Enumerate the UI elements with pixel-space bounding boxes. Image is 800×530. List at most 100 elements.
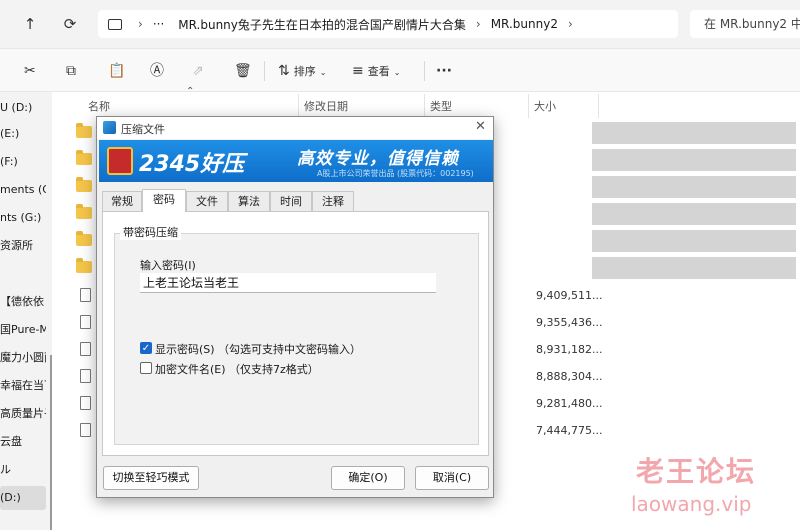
sidebar-item[interactable]: U (D:): [0, 98, 46, 118]
folder-icon[interactable]: [76, 177, 92, 192]
chevron-right-icon: ›: [475, 17, 481, 31]
column-divider[interactable]: [298, 94, 299, 118]
tab-password[interactable]: 密码: [142, 189, 186, 212]
delete-icon[interactable]: 🗑: [234, 61, 252, 81]
brand-banner: 2345好压 高效专业，值得信赖 A股上市公司荣誉出品 (股票代码：002195…: [99, 140, 493, 182]
file-icon[interactable]: [80, 315, 91, 329]
file-icon[interactable]: [80, 369, 91, 383]
table-row[interactable]: [592, 257, 796, 279]
file-size: 9,409,511...: [536, 289, 603, 302]
column-header-date[interactable]: 修改日期: [304, 98, 348, 114]
tab-comment[interactable]: 注释: [312, 191, 354, 211]
group-label: 带密码压缩: [120, 224, 181, 240]
chevron-down-icon: ⌄: [393, 68, 401, 77]
folder-icon[interactable]: [76, 123, 92, 138]
column-divider[interactable]: [424, 94, 425, 118]
file-icon[interactable]: [80, 423, 91, 437]
column-header-type[interactable]: 类型: [430, 98, 452, 114]
sidebar-item[interactable]: nts (G:): [0, 208, 46, 228]
show-password-label[interactable]: 显示密码(S) （勾选可支持中文密码输入）: [155, 341, 361, 357]
dialog-title: 压缩文件: [121, 123, 165, 136]
chevron-right-icon: ›: [138, 17, 143, 31]
column-divider[interactable]: [528, 94, 529, 118]
monitor-icon: [108, 18, 122, 30]
file-icon[interactable]: [80, 396, 91, 410]
table-row[interactable]: [592, 230, 796, 252]
folder-icon[interactable]: [76, 204, 92, 219]
tab-time[interactable]: 时间: [270, 191, 312, 211]
folder-icon[interactable]: [76, 258, 92, 273]
chevron-down-icon: ⌄: [319, 68, 327, 77]
encrypt-names-label[interactable]: 加密文件名(E) （仅支持7z格式）: [155, 361, 319, 377]
view-icon: ≡: [352, 63, 364, 79]
app-icon: [103, 121, 116, 134]
chevron-right-icon: ›: [567, 17, 573, 31]
watermark-title: 老王论坛: [636, 455, 757, 488]
password-label: 输入密码(I): [140, 259, 196, 272]
tab-files[interactable]: 文件: [186, 191, 228, 211]
command-toolbar: ✂ ⧉ 📋 Ⓐ ⇗ 🗑 ⇅ 排序 ⌄ ≡ 查看 ⌄ ···: [0, 48, 800, 92]
table-row[interactable]: [592, 203, 796, 225]
sidebar-item[interactable]: 云盘: [0, 432, 46, 452]
folder-icon[interactable]: [76, 231, 92, 246]
sidebar-item[interactable]: 高质量片子: [0, 404, 46, 424]
view-button[interactable]: ≡ 查看 ⌄: [352, 61, 400, 81]
sidebar-item-selected[interactable]: (D:): [0, 486, 46, 510]
sidebar-item[interactable]: 资源所: [0, 236, 46, 256]
cancel-button[interactable]: 取消(C): [415, 466, 489, 490]
rename-icon[interactable]: Ⓐ: [150, 61, 164, 81]
watermark-url: laowang.vip: [631, 492, 752, 516]
search-input[interactable]: 在 MR.bunny2 中搜: [690, 10, 800, 38]
sort-icon: ⇅: [278, 63, 290, 79]
column-header-size[interactable]: 大小: [534, 98, 556, 114]
arrow-up-icon[interactable]: ↑: [20, 14, 40, 34]
breadcrumb[interactable]: › ··· MR.bunny兔子先生在日本拍的混合国产剧情片大合集 › MR.b…: [98, 10, 678, 38]
tab-algorithm[interactable]: 算法: [228, 191, 270, 211]
breadcrumb-item-parent[interactable]: MR.bunny兔子先生在日本拍的混合国产剧情片大合集: [178, 16, 466, 33]
navigation-pane: U (D:) (E:) (F:) ments (G:) nts (G:) 资源所…: [0, 92, 50, 530]
sort-button[interactable]: ⇅ 排序 ⌄: [278, 61, 326, 81]
table-row[interactable]: [592, 122, 796, 144]
file-icon[interactable]: [80, 288, 91, 302]
sidebar-item[interactable]: (F:): [0, 152, 46, 172]
sort-indicator-icon: ⌃: [186, 86, 195, 97]
ok-button[interactable]: 确定(O): [331, 466, 405, 490]
file-size: 8,888,304...: [536, 370, 603, 383]
sidebar-item[interactable]: 国Pure-M: [0, 320, 46, 340]
sidebar-item[interactable]: 幸福在当下: [0, 376, 46, 396]
share-icon[interactable]: ⇗: [192, 61, 204, 81]
sidebar-item[interactable]: (E:): [0, 124, 46, 144]
breadcrumb-item-current[interactable]: MR.bunny2: [491, 17, 558, 31]
more-options-button[interactable]: ···: [436, 61, 452, 81]
sidebar-item[interactable]: 【德依依: [0, 292, 46, 312]
password-input[interactable]: [140, 273, 436, 293]
sidebar-item[interactable]: 魔力小圆面: [0, 348, 46, 368]
table-row[interactable]: [592, 176, 796, 198]
simple-mode-button[interactable]: 切换至轻巧模式: [103, 466, 199, 490]
show-password-checkbox[interactable]: ✓: [140, 342, 152, 354]
tab-general[interactable]: 常规: [102, 191, 142, 211]
cut-icon[interactable]: ✂: [24, 61, 36, 81]
sidebar-item[interactable]: ル: [0, 460, 46, 480]
close-icon[interactable]: ✕: [475, 119, 486, 134]
toolbar-divider: [264, 61, 265, 81]
column-divider[interactable]: [598, 94, 599, 118]
address-bar: ↑ ⟳ › ··· MR.bunny兔子先生在日本拍的混合国产剧情片大合集 › …: [0, 0, 800, 48]
column-header-name[interactable]: 名称: [88, 98, 110, 114]
refresh-icon[interactable]: ⟳: [60, 14, 80, 34]
copy-icon[interactable]: ⧉: [66, 61, 76, 81]
brand-slogan: 高效专业，值得信赖: [297, 149, 459, 169]
file-size: 9,281,480...: [536, 397, 603, 410]
file-size: 8,931,182...: [536, 343, 603, 356]
password-tab-panel: 带密码压缩 输入密码(I) ✓ 显示密码(S) （勾选可支持中文密码输入） 加密…: [102, 211, 489, 456]
file-size: 9,355,436...: [536, 316, 603, 329]
paste-icon[interactable]: 📋: [108, 61, 125, 81]
breadcrumb-ellipsis[interactable]: ···: [153, 17, 164, 31]
file-icon[interactable]: [80, 342, 91, 356]
encrypt-names-checkbox[interactable]: [140, 362, 152, 374]
toolbar-divider: [424, 61, 425, 81]
sidebar-item[interactable]: ments (G:): [0, 180, 46, 200]
dialog-titlebar[interactable]: 压缩文件 ✕: [97, 117, 493, 139]
table-row[interactable]: [592, 149, 796, 171]
folder-icon[interactable]: [76, 150, 92, 165]
